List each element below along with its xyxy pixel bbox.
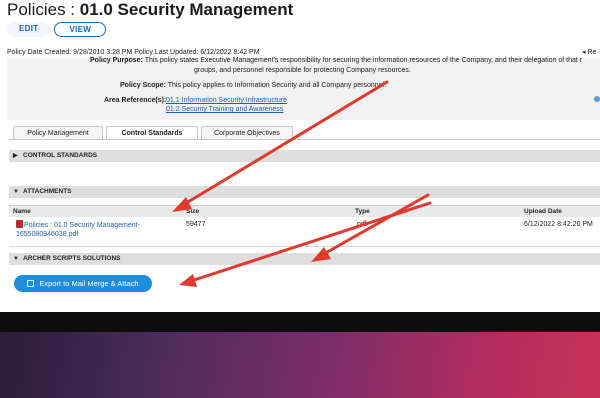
col-size[interactable]: Size [186, 206, 199, 217]
purpose-text-line1: This policy states Executive Management'… [144, 57, 583, 64]
attachments-header[interactable]: ▼ ATTACHMENTS [9, 186, 600, 198]
window-bottom-bar [0, 312, 600, 332]
purpose-label: Policy Purpose: [90, 57, 143, 64]
tab-corporate-objectives[interactable]: Corporate Objectives [201, 126, 293, 140]
attachment-file-link[interactable]: Policies : 01.0 Security Management- 165… [16, 220, 176, 239]
purpose-row: Policy Purpose: This policy states Execu… [90, 57, 582, 64]
expand-arrow-icon: ▶ [13, 153, 18, 159]
area-link-1[interactable]: 01.1 Information Security Infrastructure [166, 97, 287, 104]
archer-scripts-header[interactable]: ▼ ARCHER SCRIPTS SOLUTIONS [9, 253, 600, 265]
record-page: Policies : 01.0 Security Management EDIT… [0, 0, 600, 318]
view-button[interactable]: VIEW [54, 22, 107, 37]
mode-buttons: EDIT VIEW [7, 22, 107, 37]
col-upload-date[interactable]: Upload Date [524, 206, 562, 217]
desktop-wallpaper [0, 332, 600, 398]
attachment-size: 59477 [186, 221, 206, 228]
file-name-line1: Policies : 01.0 Security Management- [24, 222, 140, 229]
info-icon[interactable] [594, 96, 600, 102]
related-link[interactable]: ◂ Re [582, 48, 596, 56]
divider [9, 246, 600, 247]
page-title: Policies : 01.0 Security Management [7, 0, 293, 20]
scope-label: Policy Scope: [120, 82, 166, 89]
edit-button[interactable]: EDIT [7, 22, 51, 37]
attachments-label: ATTACHMENTS [23, 188, 72, 195]
pdf-file-icon [16, 220, 23, 228]
attachments-table-header: Name Size Type Upload Date [9, 205, 600, 217]
title-prefix: Policies : [7, 0, 80, 19]
archer-scripts-label: ARCHER SCRIPTS SOLUTIONS [23, 255, 121, 262]
export-button-label: Export to Mail Merge & Attach [39, 279, 139, 288]
control-standards-header[interactable]: ▶ CONTROL STANDARDS [9, 150, 600, 162]
area-label: Area Reference(s): [104, 97, 167, 104]
scope-text: This policy applies to Information Secur… [167, 82, 387, 89]
col-type[interactable]: Type [355, 206, 370, 217]
export-mail-merge-button[interactable]: Export to Mail Merge & Attach [14, 275, 152, 292]
policy-dates: Policy Date Created: 9/28/2010 3:28 PM P… [7, 49, 260, 56]
attachment-upload-date: 6/12/2022 8:42:26 PM [524, 221, 593, 228]
control-standards-label: CONTROL STANDARDS [23, 152, 98, 159]
title-text: 01.0 Security Management [79, 0, 294, 19]
purpose-text-line2: groups, and personnel responsible for pr… [194, 67, 411, 74]
area-link-2[interactable]: 01.2 Security Training and Awareness [166, 106, 283, 113]
tab-policy-management[interactable]: Policy Management [13, 126, 103, 140]
scope-row: Policy Scope: This policy applies to Inf… [120, 82, 386, 89]
col-name[interactable]: Name [13, 206, 31, 217]
file-name-line2: 1655080946038.pdf [16, 231, 79, 238]
tab-control-standards[interactable]: Control Standards [106, 126, 198, 140]
collapse-arrow-icon: ▼ [13, 189, 19, 195]
collapse-arrow-icon: ▼ [13, 256, 19, 262]
export-icon [27, 280, 35, 287]
attachment-type: .pdf [355, 221, 367, 228]
record-tabs: Policy Management Control Standards Corp… [13, 126, 293, 140]
